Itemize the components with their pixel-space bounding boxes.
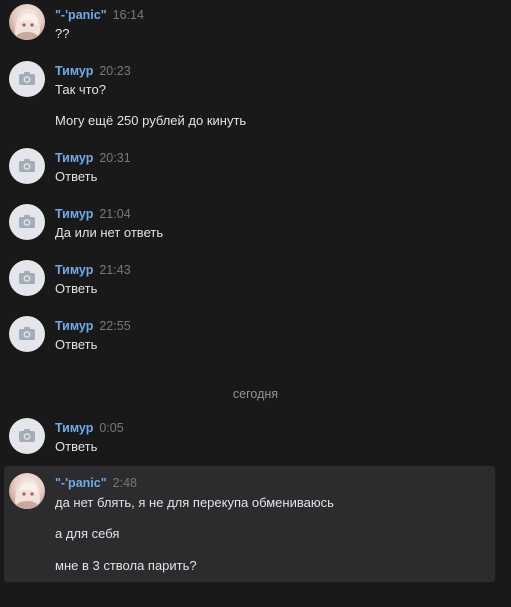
message-header: Тимур 0:05 bbox=[55, 421, 124, 435]
avatar[interactable] bbox=[9, 204, 45, 240]
message-item[interactable]: Тимур 20:31 Ответь bbox=[0, 145, 511, 195]
message-time[interactable]: 16:14 bbox=[113, 8, 144, 22]
anime-avatar-icon bbox=[13, 9, 41, 40]
message-text: Ответь bbox=[55, 281, 98, 296]
message-text: Так что? bbox=[55, 82, 106, 97]
message-time[interactable]: 0:05 bbox=[99, 421, 123, 435]
avatar[interactable] bbox=[9, 473, 45, 509]
message-header: Тимур 21:43 bbox=[55, 263, 131, 277]
message-text: да нет блять, я не для перекупа обменива… bbox=[55, 495, 334, 510]
message-item[interactable]: Тимур 0:05 Ответь bbox=[0, 415, 511, 465]
author-name[interactable]: "-'panic" bbox=[55, 476, 107, 490]
message-text: а для себя bbox=[55, 526, 120, 541]
avatar[interactable] bbox=[9, 61, 45, 97]
author-name[interactable]: Тимур bbox=[55, 421, 93, 435]
camera-icon bbox=[19, 215, 35, 228]
avatar[interactable] bbox=[9, 316, 45, 352]
message-header: Тимур 22:55 bbox=[55, 319, 131, 333]
message-header: "-'panic" 2:48 bbox=[55, 476, 137, 490]
message-time[interactable]: 2:48 bbox=[113, 476, 137, 490]
camera-icon bbox=[19, 72, 35, 85]
camera-icon bbox=[19, 327, 35, 340]
message-time[interactable]: 20:23 bbox=[99, 64, 130, 78]
message-item[interactable]: Тимур 21:43 Ответь bbox=[0, 257, 511, 307]
message-time[interactable]: 20:31 bbox=[99, 151, 130, 165]
message-item[interactable]: Тимур 21:04 Да или нет ответь bbox=[0, 201, 511, 251]
message-item[interactable]: Тимур 22:55 Ответь bbox=[0, 313, 511, 363]
message-time[interactable]: 21:43 bbox=[99, 263, 130, 277]
message-text: Ответь bbox=[55, 337, 98, 352]
message-header: "-'panic" 16:14 bbox=[55, 8, 144, 22]
message-header: Тимур 21:04 bbox=[55, 207, 131, 221]
avatar[interactable] bbox=[9, 4, 45, 40]
avatar[interactable] bbox=[9, 148, 45, 184]
message-text: ?? bbox=[55, 26, 70, 41]
message-header: Тимур 20:31 bbox=[55, 151, 131, 165]
camera-icon bbox=[19, 429, 35, 442]
message-text: мне в 3 ствола парить? bbox=[55, 558, 197, 573]
author-name[interactable]: Тимур bbox=[55, 319, 93, 333]
author-name[interactable]: Тимур bbox=[55, 64, 93, 78]
message-text: Могу ещё 250 рублей до кинуть bbox=[55, 113, 247, 128]
chat-history: "-'panic" 16:14 ?? Тимур 20:23 Так что? Мо… bbox=[0, 0, 511, 607]
message-text: Да или нет ответь bbox=[55, 225, 164, 240]
avatar[interactable] bbox=[9, 260, 45, 296]
avatar[interactable] bbox=[9, 418, 45, 454]
message-time[interactable]: 21:04 bbox=[99, 207, 130, 221]
message-item[interactable]: "-'panic" 16:14 ?? bbox=[0, 0, 511, 50]
anime-avatar-icon bbox=[13, 478, 41, 509]
camera-icon bbox=[19, 159, 35, 172]
author-name[interactable]: Тимур bbox=[55, 151, 93, 165]
message-item-selected[interactable]: "-'panic" 2:48 да нет блять, я не для пер… bbox=[4, 466, 495, 582]
author-name[interactable]: Тимур bbox=[55, 263, 93, 277]
message-text: Ответь bbox=[55, 169, 98, 184]
message-text: Ответь bbox=[55, 439, 98, 454]
author-name[interactable]: Тимур bbox=[55, 207, 93, 221]
message-time[interactable]: 22:55 bbox=[99, 319, 130, 333]
author-name[interactable]: "-'panic" bbox=[55, 8, 107, 22]
camera-icon bbox=[19, 271, 35, 284]
message-item[interactable]: Тимур 20:23 Так что? Могу ещё 250 рублей … bbox=[0, 58, 511, 138]
date-separator: сегодня bbox=[232, 387, 279, 401]
message-header: Тимур 20:23 bbox=[55, 64, 131, 78]
